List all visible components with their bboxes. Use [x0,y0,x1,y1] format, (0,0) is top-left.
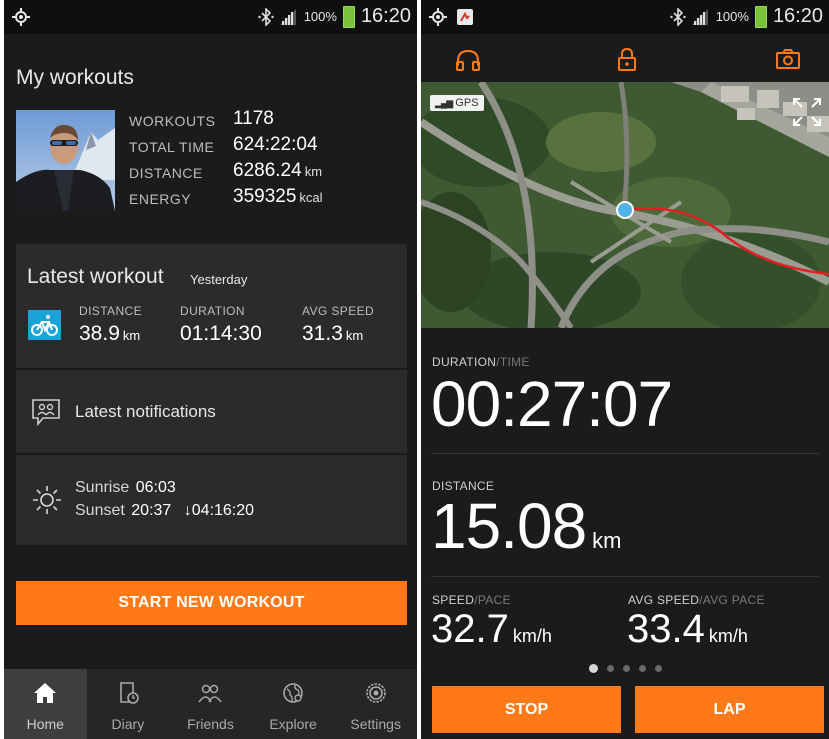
latest-workout-date: Yesterday [190,272,248,287]
map-view[interactable]: ▂▄▆ GPS [421,82,829,328]
battery-icon [754,5,767,28]
metric-duration: DURATION 01:14:30 [180,304,262,345]
gps-label: GPS [455,97,479,109]
bottom-navigation: Home Diary Friends Explore Settings [4,669,417,739]
speed-label: SPEED/PACE [432,593,511,607]
diary-icon [120,682,139,704]
stat-value: 359325 kcal [233,186,323,207]
stat-value: 6286.24 km [233,160,323,181]
battery-percent: 100% [303,9,337,24]
sunrise-row: Sunrise 06:03 [75,479,176,496]
sunrise-time: 06:03 [135,479,176,496]
page-dot[interactable] [639,665,646,672]
duration-value: 00:27:07 [431,368,673,440]
stat-value: 624:22:04 [233,134,318,155]
clock: 16:20 [772,5,823,27]
signal-icon [279,8,296,25]
page-dot[interactable] [655,665,662,672]
settings-icon [365,683,386,703]
stat-unit: kcal [299,190,323,205]
nav-label: Home [26,716,64,732]
tracking-screen: 100% 16:20 ▂▄▆ GPS DURATION/TIME 00:27:0… [421,0,829,739]
signal-icon [691,8,708,25]
gps-signal-badge: ▂▄▆ GPS [430,95,484,111]
divider [431,576,819,577]
stat-label: WORKOUTS [129,113,216,129]
gps-target-icon [12,8,30,26]
notifications-icon [32,399,60,426]
signal-bars-icon: ▂▄▆ [435,98,453,108]
headphones-icon[interactable] [455,48,481,72]
battery-percent: 100% [715,9,749,24]
clock: 16:20 [360,5,411,27]
page-dot[interactable] [589,664,598,673]
home-screen: 100% 16:20 My workouts WORKOUTS 1178 TOT… [4,0,417,739]
page-title: My workouts [16,66,134,89]
lock-icon[interactable] [617,48,637,72]
nav-label: Settings [350,716,401,732]
page-indicator[interactable] [589,664,662,673]
fullscreen-icon[interactable] [790,95,824,129]
avg-speed-label: AVG SPEED/AVG PACE [628,593,765,607]
bike-icon [28,310,61,340]
duration-label: DURATION/TIME [432,355,530,369]
app-notification-icon [457,9,473,25]
lap-button[interactable]: LAP [635,686,824,733]
status-bar: 100% 16:20 [421,0,829,34]
latest-workout-card[interactable]: Latest workout Yesterday DISTANCE 38.9 km… [16,244,407,368]
status-bar: 100% 16:20 [4,0,417,34]
explore-icon [283,683,303,703]
nav-settings[interactable]: Settings [334,669,417,739]
stat-label: ENERGY [129,191,192,207]
speed-value: 32.7 km/h [431,607,552,651]
nav-home[interactable]: Home [4,669,87,739]
start-new-workout-button[interactable]: START NEW WORKOUT [16,581,407,625]
gps-target-icon [429,8,447,26]
page-dot[interactable] [623,665,630,672]
battery-icon [342,5,355,28]
sun-icon [33,486,61,514]
metric-distance: DISTANCE 38.9 km [79,304,142,345]
avg-speed-unit: km/h [708,626,748,646]
workout-toolbar [421,34,829,82]
stat-unit: km [304,164,323,179]
stat-label: DISTANCE [129,165,203,181]
latest-workout-title: Latest workout [27,265,164,288]
metric-avg-speed: AVG SPEED 31.3 km [302,304,375,345]
sunset-time: 20:37 [131,502,172,519]
camera-icon[interactable] [775,48,801,70]
stop-button[interactable]: STOP [432,686,621,733]
stat-label: TOTAL TIME [129,139,215,155]
sun-times-card: Sunrise 06:03 Sunset 20:37 ↓04:16:20 [16,455,407,545]
speed-unit: km/h [512,626,552,646]
nav-friends[interactable]: Friends [169,669,252,739]
bluetooth-icon [669,7,686,26]
nav-label: Explore [269,716,317,732]
nav-label: Friends [187,716,234,732]
satellite-map [421,82,829,328]
stat-value: 1178 [233,108,274,129]
distance-value: 15.08 km [431,490,622,562]
home-icon [34,683,57,703]
nav-label: Diary [111,716,145,732]
nav-explore[interactable]: Explore [252,669,335,739]
divider [431,453,819,454]
distance-unit: km [592,528,622,553]
page-dot[interactable] [607,665,614,672]
friends-icon [198,684,223,703]
avg-speed-value: 33.4 km/h [627,607,748,651]
notifications-label: Latest notifications [75,402,216,421]
daylight-remaining: ↓04:16:20 [183,502,255,519]
nav-diary[interactable]: Diary [87,669,170,739]
notifications-card[interactable]: Latest notifications [16,370,407,453]
sunset-row: Sunset 20:37 ↓04:16:20 [75,502,255,519]
avatar[interactable] [16,110,115,211]
bluetooth-icon [257,7,274,26]
